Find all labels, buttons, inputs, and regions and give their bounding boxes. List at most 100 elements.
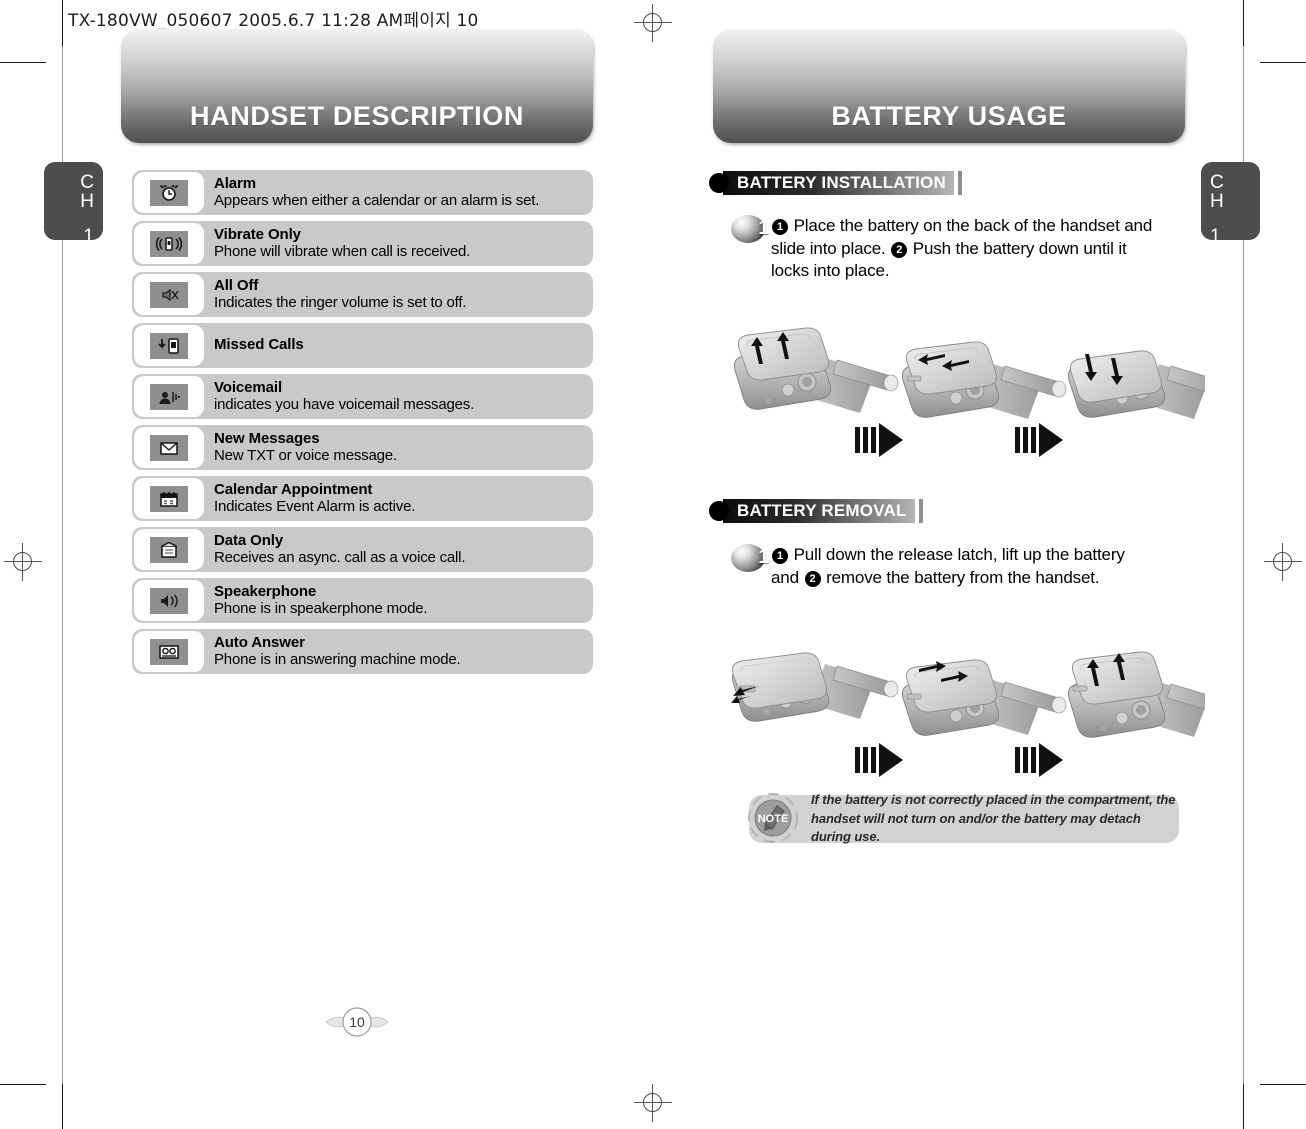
list-item-title: All Off <box>214 276 259 294</box>
list-item-text: Alarm Appears when either a calendar or … <box>214 174 540 210</box>
icon-holder <box>134 427 204 468</box>
bullet-dot-icon <box>709 173 729 193</box>
list-item-title: Alarm <box>214 174 257 192</box>
speaker-icon <box>150 587 188 614</box>
icon-holder <box>134 529 204 570</box>
section-heading-label: BATTERY INSTALLATION <box>737 173 946 192</box>
phone-illustration-step3 <box>1067 651 1205 738</box>
icon-holder <box>134 631 204 672</box>
section-heading-bar: BATTERY INSTALLATION <box>723 171 954 195</box>
list-item: Voicemail indicates you have voicemail m… <box>132 374 593 419</box>
list-item-text: New Messages New TXT or voice message. <box>214 429 397 465</box>
icon-holder <box>134 223 204 264</box>
list-item-title: New Messages <box>214 429 320 447</box>
right-page: BATTERY USAGE BATTERY INSTALLATION 1 1 P… <box>653 0 1306 1129</box>
note-line-1: If the battery is not correctly placed i… <box>811 791 1176 807</box>
progress-arrow-icon <box>855 423 903 457</box>
inline-step-1-icon: 1 <box>772 548 788 564</box>
list-item: Calendar Appointment Indicates Event Ala… <box>132 476 593 521</box>
inline-step-1-icon: 1 <box>772 219 788 235</box>
phone-illustration-step2 <box>901 341 1067 419</box>
icon-holder <box>134 376 204 417</box>
phone-illustration-step3 <box>1067 350 1205 419</box>
section-heading-bar: BATTERY REMOVAL <box>723 499 915 523</box>
progress-arrow-icon <box>1015 423 1063 457</box>
list-item-text: Missed Calls <box>214 336 304 354</box>
data-only-icon <box>150 536 188 563</box>
calendar-icon <box>150 485 188 512</box>
note-line-2: handset will not turn on and/or the batt… <box>811 810 1141 845</box>
auto-answer-icon <box>150 638 188 665</box>
section-heading-battery-installation: BATTERY INSTALLATION <box>709 171 962 195</box>
list-item: Auto Answer Phone is in answering machin… <box>132 629 593 674</box>
progress-arrow-icon <box>855 743 903 777</box>
list-item-title: Speakerphone <box>214 582 317 600</box>
envelope-icon <box>150 434 188 461</box>
list-item-desc: Phone is in answering machine mode. <box>214 650 461 668</box>
list-item-desc: indicates you have voicemail messages. <box>214 395 475 413</box>
vibrate-icon <box>150 230 188 257</box>
section-heading-end-tick <box>918 499 923 523</box>
bullet-dot-icon <box>709 501 729 521</box>
icon-description-list: Alarm Appears when either a calendar or … <box>132 170 593 680</box>
list-item: New Messages New TXT or voice message. <box>132 425 593 470</box>
list-item: Missed Calls <box>132 323 593 368</box>
list-item-text: Auto Answer Phone is in answering machin… <box>214 633 461 669</box>
list-item-text: All Off Indicates the ringer volume is s… <box>214 276 467 312</box>
list-item-title: Auto Answer <box>214 633 305 651</box>
voicemail-icon <box>150 383 188 410</box>
list-item-desc: Receives an async. call as a voice call. <box>214 548 466 566</box>
note-box: NOTE If the battery is not correctly pla… <box>747 792 1179 844</box>
list-item: All Off Indicates the ringer volume is s… <box>132 272 593 317</box>
right-page-banner: BATTERY USAGE <box>713 29 1185 143</box>
chapter-tab-number: 1 <box>1210 226 1221 247</box>
list-item-title: Calendar Appointment <box>214 480 373 498</box>
list-item-desc: New TXT or voice message. <box>214 446 397 464</box>
phone-illustration-step2 <box>901 659 1067 736</box>
step-number-badge: 1 <box>731 544 771 572</box>
icon-holder <box>134 580 204 621</box>
alarm-clock-icon <box>150 179 188 206</box>
missed-call-icon <box>150 332 188 359</box>
left-page-banner: HANDSET DESCRIPTION <box>121 29 593 143</box>
icon-holder <box>134 172 204 213</box>
section-heading-end-tick <box>957 171 962 195</box>
chapter-tab-letter-h: H <box>80 191 94 212</box>
page-title: BATTERY USAGE <box>831 101 1067 131</box>
progress-arrow-icon <box>1015 743 1063 777</box>
chapter-tab-number: 1 <box>83 226 94 247</box>
note-badge-label: NOTE <box>758 813 789 825</box>
page-title: HANDSET DESCRIPTION <box>190 101 524 131</box>
list-item-desc: Phone is in speakerphone mode. <box>214 599 428 617</box>
chapter-tab-letter-c: C <box>1210 172 1224 193</box>
step-block-installation: 1 1 Place the battery on the back of the… <box>731 215 1156 283</box>
phone-illustration-step1 <box>733 327 899 413</box>
note-text: If the battery is not correctly placed i… <box>811 791 1179 848</box>
list-item-text: Voicemail indicates you have voicemail m… <box>214 378 475 414</box>
list-item: Speakerphone Phone is in speakerphone mo… <box>132 578 593 623</box>
note-badge-icon: NOTE <box>747 792 799 844</box>
chapter-tab-left: C H 1 <box>44 162 103 246</box>
chapter-tab-right: C H 1 <box>1201 162 1260 246</box>
list-item-title: Missed Calls <box>214 336 304 354</box>
page-number-left: 10 <box>320 1005 394 1039</box>
list-item-title: Voicemail <box>214 378 283 396</box>
left-page: HANDSET DESCRIPTION C H 1 Alarm Appears … <box>0 0 653 1129</box>
list-item-desc: Indicates Event Alarm is active. <box>214 497 416 515</box>
list-item-text: Data Only Receives an async. call as a v… <box>214 532 466 567</box>
list-item-desc: Phone will vibrate when call is received… <box>214 242 471 260</box>
list-item-text: Calendar Appointment Indicates Event Ala… <box>214 480 416 516</box>
inline-step-2-icon: 2 <box>891 241 908 258</box>
list-item-desc: Appears when either a calendar or an ala… <box>214 191 540 209</box>
list-item: Data Only Receives an async. call as a v… <box>132 527 593 572</box>
inline-step-2-icon: 2 <box>804 570 821 587</box>
step-number-text: 1 <box>758 218 769 239</box>
list-item-text: Vibrate Only Phone will vibrate when cal… <box>214 225 471 261</box>
list-item-title: Vibrate Only <box>214 225 301 243</box>
list-item-desc: Indicates the ringer volume is set to of… <box>214 293 467 311</box>
page-number-text: 10 <box>349 1014 365 1030</box>
icon-holder <box>134 274 204 315</box>
illustration-battery-removal <box>725 638 1205 788</box>
ringer-off-icon <box>150 281 188 308</box>
list-item: Vibrate Only Phone will vibrate when cal… <box>132 221 593 266</box>
